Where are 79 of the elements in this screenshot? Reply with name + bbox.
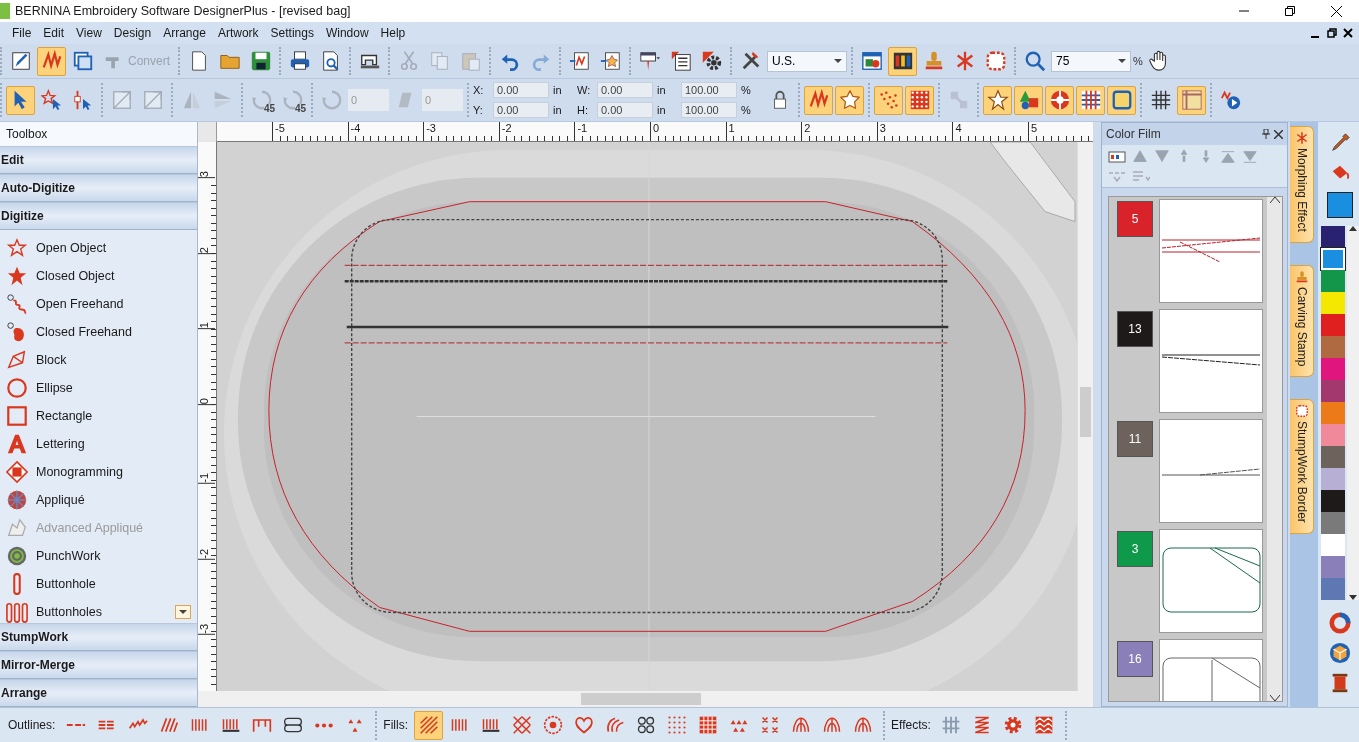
section-header[interactable]: Mirror-Merge <box>0 651 197 679</box>
menu-item[interactable]: File <box>6 26 38 40</box>
side-tab[interactable]: StumpWork Border <box>1290 399 1314 534</box>
menu-item[interactable]: Window <box>319 26 375 40</box>
side-tab[interactable]: Carving Stamp <box>1290 264 1314 378</box>
tool-item[interactable]: Block <box>6 346 197 374</box>
ruler-label: 0 <box>650 122 660 141</box>
section-header[interactable]: Arrange <box>0 679 197 707</box>
group-label: Fills: <box>383 718 409 732</box>
tool-item[interactable]: Buttonholes <box>6 598 197 623</box>
tool-item[interactable]: Open Object <box>6 234 197 262</box>
value-field[interactable]: 100.00 <box>681 82 737 98</box>
menu-item[interactable]: Help <box>374 26 412 40</box>
value-field[interactable]: 0.00 <box>493 102 549 118</box>
group-label: Effects: <box>891 718 931 732</box>
tool-item[interactable]: Appliqué <box>6 486 197 514</box>
tool-item[interactable]: Closed Object <box>6 262 197 290</box>
tool-item[interactable]: PunchWork <box>6 542 197 570</box>
value-field[interactable]: 100.00 <box>681 102 737 118</box>
tool-item[interactable]: Monogramming <box>6 458 197 486</box>
ruler-label: 1 <box>198 322 215 330</box>
menu-item[interactable]: Settings <box>264 26 320 40</box>
tool-item[interactable]: Closed Freehand <box>6 318 197 346</box>
ruler-label: -2 <box>498 122 512 141</box>
ruler-label: 4 <box>952 122 962 141</box>
ruler-label: 1 <box>725 122 735 141</box>
field-label: H: <box>577 104 589 116</box>
tool-item[interactable]: Rectangle <box>6 402 197 430</box>
menu-item[interactable]: Arrange <box>157 26 212 40</box>
panel-title: Toolbox <box>0 122 197 146</box>
side-tab[interactable]: Morphing Effect <box>1290 126 1314 243</box>
menu-item[interactable]: View <box>70 26 108 40</box>
value-field[interactable]: 0.00 <box>493 82 549 98</box>
ruler-label: -2 <box>198 548 215 560</box>
tool-item[interactable]: Lettering <box>6 430 197 458</box>
section-header[interactable]: Auto-Digitize <box>0 174 197 202</box>
unit-label: % <box>741 104 752 116</box>
panel-title: Color Film <box>1106 127 1162 141</box>
ruler-label: -3 <box>423 122 436 141</box>
unit-label: in <box>553 104 563 116</box>
window-title: BERNINA Embroidery Software DesignerPlus - [revised bag] <box>15 4 352 18</box>
ruler-label: 5 <box>1028 122 1038 141</box>
field-label: Y: <box>473 104 484 116</box>
tool-item[interactable]: Ellipse <box>6 374 197 402</box>
ruler-label: -4 <box>347 122 361 141</box>
ruler-label: -1 <box>574 122 588 141</box>
value-field[interactable]: 0.00 <box>597 102 653 118</box>
color-swatch[interactable]: 11 <box>1117 421 1153 457</box>
menu-item[interactable]: Design <box>107 26 158 40</box>
ruler-label: -1 <box>198 473 215 484</box>
group-label: Outlines: <box>8 718 56 732</box>
unit-label: in <box>657 104 667 116</box>
tool-item[interactable]: Buttonhole <box>6 570 197 598</box>
ruler-label: 3 <box>198 171 215 179</box>
dropdown[interactable]: 75 <box>1051 50 1132 72</box>
section-header[interactable]: Edit <box>0 146 197 174</box>
field-label: W: <box>577 84 592 96</box>
color-swatch[interactable]: 13 <box>1117 311 1153 347</box>
section-header[interactable]: StumpWork <box>0 623 197 651</box>
value-field[interactable]: 0.00 <box>597 82 653 98</box>
ruler-label: 2 <box>198 246 215 254</box>
ruler-label: 0 <box>198 397 215 405</box>
menu-item[interactable]: Edit <box>37 26 71 40</box>
unit-label: in <box>657 84 667 96</box>
tool-item[interactable]: Open Freehand <box>6 290 197 318</box>
ruler-label: -5 <box>272 122 285 141</box>
color-swatch[interactable]: 5 <box>1117 201 1153 237</box>
dropdown[interactable]: U.S. <box>767 50 848 72</box>
field-label: X: <box>473 84 485 96</box>
color-swatch[interactable]: 3 <box>1117 531 1153 567</box>
ruler-label: -3 <box>198 624 215 635</box>
menu-item[interactable]: Artwork <box>211 26 265 40</box>
ruler-label: 3 <box>876 122 886 141</box>
unit-label: % <box>1133 55 1143 67</box>
unit-label: in <box>553 84 563 96</box>
unit-label: % <box>741 84 752 96</box>
section-header[interactable]: Digitize <box>0 202 197 230</box>
ruler-label: 2 <box>801 122 811 141</box>
color-swatch[interactable]: 16 <box>1117 641 1153 677</box>
